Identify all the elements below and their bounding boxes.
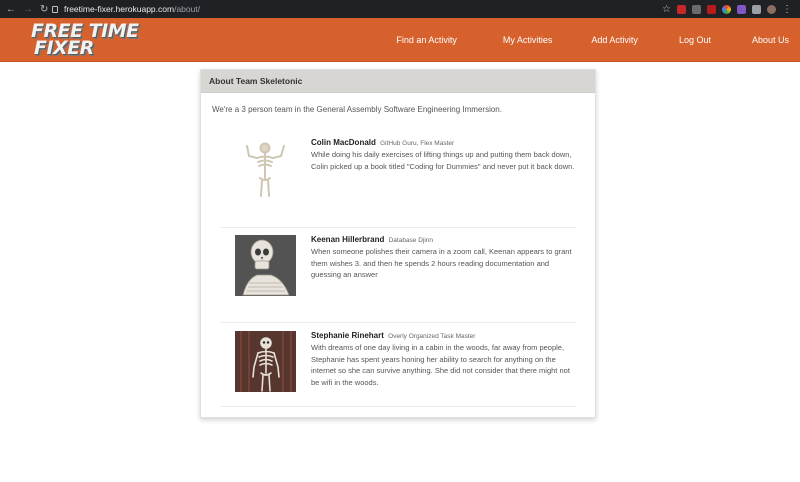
nav-about-us[interactable]: About Us [752, 35, 789, 45]
extension-icon[interactable] [677, 4, 686, 14]
divider [220, 322, 576, 323]
member-name: Keenan Hillerbrand [311, 235, 385, 244]
member-role: Overly Organized Task Master [388, 333, 476, 340]
extension-icon[interactable] [707, 4, 716, 14]
url-path: /about/ [174, 4, 201, 14]
extensions-area: ☆ ⋮ [662, 4, 792, 15]
member-photo [235, 138, 296, 199]
site-logo[interactable]: FREE TIME FIXER [31, 21, 139, 59]
nav-find-activity[interactable]: Find an Activity [396, 35, 457, 45]
lock-icon [52, 5, 58, 13]
card-title: About Team Skeletonic [201, 70, 595, 93]
nav-my-activities[interactable]: My Activities [503, 35, 553, 45]
member-name: Colin MacDonald [311, 138, 376, 147]
divider [220, 406, 576, 407]
forward-icon[interactable]: → [23, 4, 33, 15]
nav-log-out[interactable]: Log Out [679, 35, 711, 45]
site-header: FREE TIME FIXER Find an Activity My Acti… [0, 18, 800, 62]
member-info: Stephanie Rinehart Overly Organized Task… [311, 331, 576, 388]
browser-nav: ← → ↻ [6, 4, 48, 15]
member-bio: With dreams of one day living in a cabin… [311, 343, 570, 387]
member-info: Colin MacDonald GitHub Guru, Flex Master… [311, 138, 576, 172]
browser-toolbar: ← → ↻ freetime-fixer.herokuapp.com/about… [0, 0, 800, 18]
member-photo [235, 235, 296, 296]
nav-add-activity[interactable]: Add Activity [591, 35, 638, 45]
member-name: Stephanie Rinehart [311, 331, 384, 340]
member-role: GitHub Guru, Flex Master [380, 140, 455, 147]
back-icon[interactable]: ← [6, 4, 16, 15]
bookmark-star-icon[interactable]: ☆ [662, 4, 671, 15]
puzzle-icon[interactable] [752, 4, 761, 14]
logo-line-2: FIXER [34, 36, 94, 59]
url-host: freetime-fixer.herokuapp.com [64, 4, 175, 14]
about-card: About Team Skeletonic We're a 3 person t… [200, 69, 596, 418]
member-bio: When someone polishes their camera in a … [311, 247, 572, 279]
extension-icon[interactable] [692, 4, 701, 14]
avatar[interactable] [767, 4, 776, 14]
extension-icon[interactable] [722, 4, 731, 14]
member-photo [235, 331, 296, 392]
address-bar[interactable]: freetime-fixer.herokuapp.com/about/ [52, 4, 662, 14]
more-menu-icon[interactable]: ⋮ [782, 4, 792, 15]
extension-icon[interactable] [737, 4, 746, 14]
member-bio: While doing his daily exercises of lifti… [311, 150, 575, 171]
member-role: Database Djinn [388, 237, 434, 244]
team-intro: We're a 3 person team in the General Ass… [212, 105, 502, 114]
reload-icon[interactable]: ↻ [40, 4, 48, 15]
divider [220, 227, 576, 228]
main-nav: Find an Activity My Activities Add Activ… [396, 18, 800, 61]
member-info: Keenan Hillerbrand Database Djinn When s… [311, 235, 576, 281]
